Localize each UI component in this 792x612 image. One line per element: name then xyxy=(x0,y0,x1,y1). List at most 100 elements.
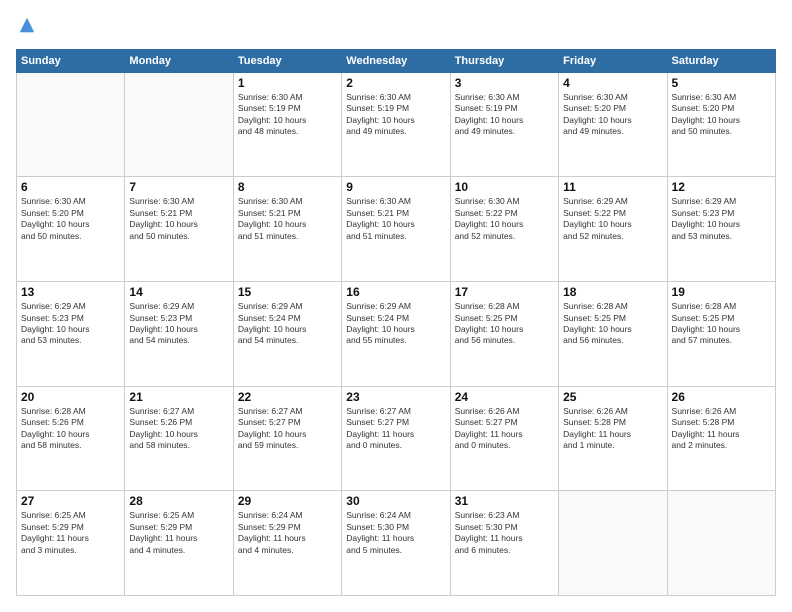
calendar-cell: 28Sunrise: 6:25 AM Sunset: 5:29 PM Dayli… xyxy=(125,491,233,596)
cell-content: Sunrise: 6:24 AM Sunset: 5:29 PM Dayligh… xyxy=(238,510,337,556)
calendar-cell: 10 Sunrise: 6:30 AM Sunset: 5:22 PM Dayli… xyxy=(450,177,558,282)
day-number: 26 xyxy=(672,390,771,404)
col-header-wednesday: Wednesday xyxy=(342,49,450,72)
cell-content: Sunrise: 6:28 AM Sunset: 5:26 PM Dayligh… xyxy=(21,406,120,452)
calendar-table: SundayMondayTuesdayWednesdayThursdayFrid… xyxy=(16,49,776,596)
calendar-cell: 3Sunrise: 6:30 AM Sunset: 5:19 PM Daylig… xyxy=(450,72,558,177)
day-number: 12 xyxy=(672,180,771,194)
day-number: 30 xyxy=(346,494,445,508)
calendar-cell: 26 Sunrise: 6:26 AM Sunset: 5:28 PM Dayli… xyxy=(667,386,775,491)
day-number: 24 xyxy=(455,390,554,404)
day-number: 25 xyxy=(563,390,662,404)
calendar-cell: 22 Sunrise: 6:27 AM Sunset: 5:27 PM Dayli… xyxy=(233,386,341,491)
calendar-cell xyxy=(559,491,667,596)
calendar-header-row: SundayMondayTuesdayWednesdayThursdayFrid… xyxy=(17,49,776,72)
cell-content: Sunrise: 6:28 AM Sunset: 5:25 PM Dayligh… xyxy=(672,301,771,347)
day-number: 11 xyxy=(563,180,662,194)
calendar-cell: 20 Sunrise: 6:28 AM Sunset: 5:26 PM Dayli… xyxy=(17,386,125,491)
col-header-tuesday: Tuesday xyxy=(233,49,341,72)
calendar-cell: 8 Sunrise: 6:30 AM Sunset: 5:21 PM Daylig… xyxy=(233,177,341,282)
day-number: 5 xyxy=(672,76,771,90)
logo-text xyxy=(16,16,36,39)
calendar-cell: 27 Sunrise: 6:25 AM Sunset: 5:29 PM Dayli… xyxy=(17,491,125,596)
day-number: 20 xyxy=(21,390,120,404)
cell-content: Sunrise: 6:27 AM Sunset: 5:26 PM Dayligh… xyxy=(129,406,228,452)
calendar-cell: 15Sunrise: 6:29 AM Sunset: 5:24 PM Dayli… xyxy=(233,282,341,387)
day-number: 4 xyxy=(563,76,662,90)
cell-content: Sunrise: 6:29 AM Sunset: 5:24 PM Dayligh… xyxy=(238,301,337,347)
day-number: 16 xyxy=(346,285,445,299)
day-number: 13 xyxy=(21,285,120,299)
calendar-cell: 6 Sunrise: 6:30 AM Sunset: 5:20 PM Daylig… xyxy=(17,177,125,282)
calendar-cell: 4 Sunrise: 6:30 AM Sunset: 5:20 PM Daylig… xyxy=(559,72,667,177)
cell-content: Sunrise: 6:30 AM Sunset: 5:21 PM Dayligh… xyxy=(346,196,445,242)
cell-content: Sunrise: 6:23 AM Sunset: 5:30 PM Dayligh… xyxy=(455,510,554,556)
day-number: 7 xyxy=(129,180,228,194)
page: SundayMondayTuesdayWednesdayThursdayFrid… xyxy=(0,0,792,612)
cell-content: Sunrise: 6:29 AM Sunset: 5:22 PM Dayligh… xyxy=(563,196,662,242)
calendar-cell: 31 Sunrise: 6:23 AM Sunset: 5:30 PM Dayli… xyxy=(450,491,558,596)
header xyxy=(16,16,776,39)
cell-content: Sunrise: 6:30 AM Sunset: 5:19 PM Dayligh… xyxy=(346,92,445,138)
day-number: 29 xyxy=(238,494,337,508)
calendar-cell: 25 Sunrise: 6:26 AM Sunset: 5:28 PM Dayli… xyxy=(559,386,667,491)
cell-content: Sunrise: 6:29 AM Sunset: 5:23 PM Dayligh… xyxy=(21,301,120,347)
day-number: 18 xyxy=(563,285,662,299)
cell-content: Sunrise: 6:26 AM Sunset: 5:27 PM Dayligh… xyxy=(455,406,554,452)
calendar-cell: 2 Sunrise: 6:30 AM Sunset: 5:19 PM Daylig… xyxy=(342,72,450,177)
calendar-cell: 23 Sunrise: 6:27 AM Sunset: 5:27 PM Dayli… xyxy=(342,386,450,491)
cell-content: Sunrise: 6:30 AM Sunset: 5:21 PM Dayligh… xyxy=(238,196,337,242)
day-number: 23 xyxy=(346,390,445,404)
col-header-saturday: Saturday xyxy=(667,49,775,72)
col-header-monday: Monday xyxy=(125,49,233,72)
cell-content: Sunrise: 6:25 AM Sunset: 5:29 PM Dayligh… xyxy=(21,510,120,556)
calendar-cell xyxy=(125,72,233,177)
calendar-cell: 5 Sunrise: 6:30 AM Sunset: 5:20 PM Daylig… xyxy=(667,72,775,177)
day-number: 28 xyxy=(129,494,228,508)
cell-content: Sunrise: 6:26 AM Sunset: 5:28 PM Dayligh… xyxy=(563,406,662,452)
calendar-cell: 17 Sunrise: 6:28 AM Sunset: 5:25 PM Dayli… xyxy=(450,282,558,387)
col-header-friday: Friday xyxy=(559,49,667,72)
cell-content: Sunrise: 6:28 AM Sunset: 5:25 PM Dayligh… xyxy=(455,301,554,347)
day-number: 14 xyxy=(129,285,228,299)
cell-content: Sunrise: 6:26 AM Sunset: 5:28 PM Dayligh… xyxy=(672,406,771,452)
calendar-cell: 13 Sunrise: 6:29 AM Sunset: 5:23 PM Dayli… xyxy=(17,282,125,387)
cell-content: Sunrise: 6:30 AM Sunset: 5:20 PM Dayligh… xyxy=(672,92,771,138)
cell-content: Sunrise: 6:30 AM Sunset: 5:22 PM Dayligh… xyxy=(455,196,554,242)
cell-content: Sunrise: 6:27 AM Sunset: 5:27 PM Dayligh… xyxy=(238,406,337,452)
calendar-cell: 7Sunrise: 6:30 AM Sunset: 5:21 PM Daylig… xyxy=(125,177,233,282)
day-number: 19 xyxy=(672,285,771,299)
cell-content: Sunrise: 6:29 AM Sunset: 5:23 PM Dayligh… xyxy=(672,196,771,242)
calendar-cell xyxy=(17,72,125,177)
cell-content: Sunrise: 6:24 AM Sunset: 5:30 PM Dayligh… xyxy=(346,510,445,556)
day-number: 8 xyxy=(238,180,337,194)
day-number: 1 xyxy=(238,76,337,90)
calendar-cell: 24 Sunrise: 6:26 AM Sunset: 5:27 PM Dayli… xyxy=(450,386,558,491)
day-number: 17 xyxy=(455,285,554,299)
day-number: 10 xyxy=(455,180,554,194)
calendar-cell: 14Sunrise: 6:29 AM Sunset: 5:23 PM Dayli… xyxy=(125,282,233,387)
cell-content: Sunrise: 6:29 AM Sunset: 5:24 PM Dayligh… xyxy=(346,301,445,347)
col-header-thursday: Thursday xyxy=(450,49,558,72)
cell-content: Sunrise: 6:30 AM Sunset: 5:20 PM Dayligh… xyxy=(21,196,120,242)
col-header-sunday: Sunday xyxy=(17,49,125,72)
calendar-week-row: 1 Sunrise: 6:30 AM Sunset: 5:19 PM Daylig… xyxy=(17,72,776,177)
calendar-cell: 19 Sunrise: 6:28 AM Sunset: 5:25 PM Dayli… xyxy=(667,282,775,387)
calendar-cell: 21 Sunrise: 6:27 AM Sunset: 5:26 PM Dayli… xyxy=(125,386,233,491)
cell-content: Sunrise: 6:30 AM Sunset: 5:19 PM Dayligh… xyxy=(455,92,554,138)
day-number: 21 xyxy=(129,390,228,404)
cell-content: Sunrise: 6:30 AM Sunset: 5:20 PM Dayligh… xyxy=(563,92,662,138)
day-number: 2 xyxy=(346,76,445,90)
calendar-cell: 29 Sunrise: 6:24 AM Sunset: 5:29 PM Dayli… xyxy=(233,491,341,596)
calendar-week-row: 20 Sunrise: 6:28 AM Sunset: 5:26 PM Dayli… xyxy=(17,386,776,491)
day-number: 31 xyxy=(455,494,554,508)
day-number: 27 xyxy=(21,494,120,508)
calendar-week-row: 27 Sunrise: 6:25 AM Sunset: 5:29 PM Dayli… xyxy=(17,491,776,596)
day-number: 9 xyxy=(346,180,445,194)
calendar-cell: 18Sunrise: 6:28 AM Sunset: 5:25 PM Dayli… xyxy=(559,282,667,387)
calendar-week-row: 13 Sunrise: 6:29 AM Sunset: 5:23 PM Dayli… xyxy=(17,282,776,387)
day-number: 6 xyxy=(21,180,120,194)
calendar-week-row: 6 Sunrise: 6:30 AM Sunset: 5:20 PM Daylig… xyxy=(17,177,776,282)
day-number: 22 xyxy=(238,390,337,404)
cell-content: Sunrise: 6:27 AM Sunset: 5:27 PM Dayligh… xyxy=(346,406,445,452)
